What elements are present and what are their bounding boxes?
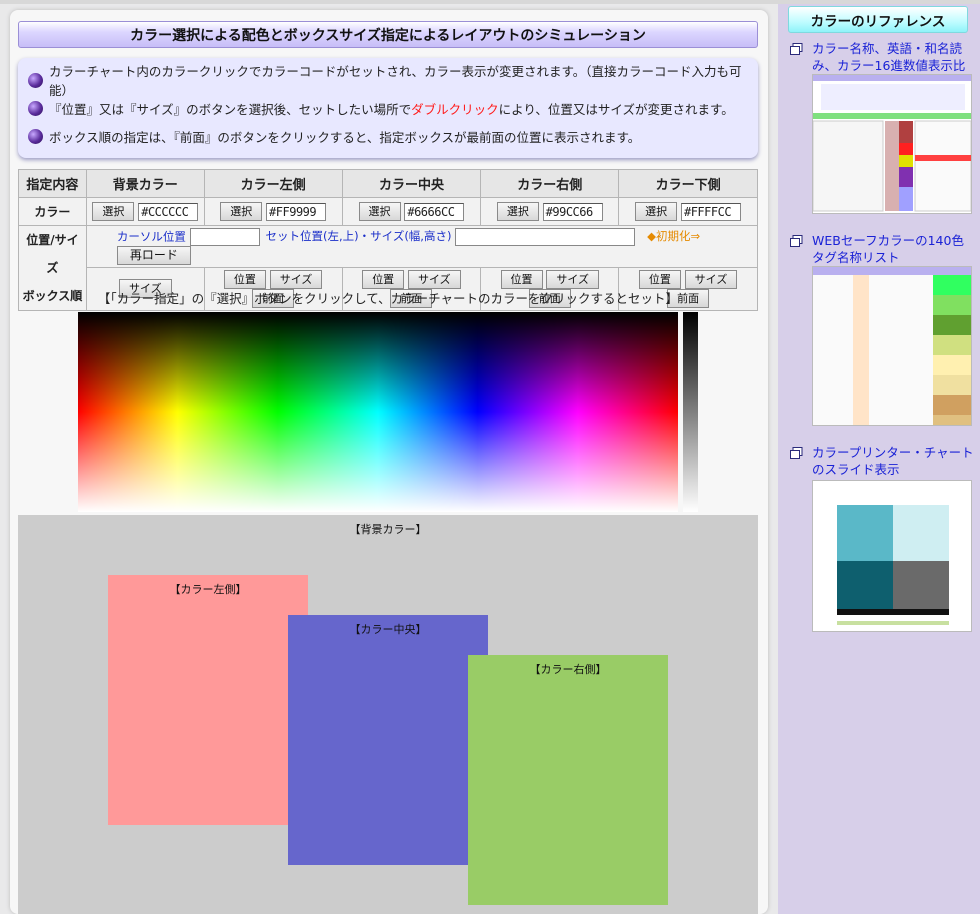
left-color-code-input[interactable]: #FF9999 (266, 202, 327, 221)
position-row: 位置/サイズ ボックス順 カーソル位置 セット位置(左,上)・サイズ(幅,高さ)… (18, 225, 759, 311)
reference-link-printer-chart[interactable]: カラープリンター・チャートのスライド表示 (790, 444, 975, 478)
bottom-color-cell: 選択 #FFFFCC (618, 197, 758, 226)
reference-link-text[interactable]: WEBセーフカラーの140色タグ名称リスト (790, 232, 975, 266)
printer-chart-thumbnail[interactable] (812, 480, 972, 632)
right-position-button[interactable]: 位置 (500, 269, 543, 289)
bullet-icon (28, 72, 43, 88)
grayscale-chart[interactable] (683, 312, 698, 512)
left-color-cell: 選択 #FF9999 (203, 197, 343, 226)
right-color-cell: 選択 #99CC66 (480, 197, 620, 226)
reference-link-web-safe[interactable]: WEBセーフカラーの140色タグ名称リスト (790, 232, 975, 266)
color-chart-hint: 【「カラー指定」の『選択』ボタンをクリックして、カラーチャートのカラーをクリック… (97, 291, 679, 306)
bottom-size-button[interactable]: サイズ (684, 269, 738, 289)
header-left-color: カラー左側 (203, 169, 343, 198)
right-color-code-input[interactable]: #99CC66 (542, 202, 603, 221)
position-controls-cell: カーソル位置 セット位置(左,上)・サイズ(幅,高さ) ◆初期化⇒ 再ロード (85, 225, 759, 268)
init-label: ◆初期化⇒ (647, 229, 701, 244)
instructions-box: カラーチャート内のカラークリックでカラーコードがセットされ、カラー表示が変更され… (18, 58, 758, 158)
left-color-box-label: 【カラー左側】 (169, 583, 247, 596)
web-safe-thumbnail-image (813, 267, 971, 425)
center-color-box-label: 【カラー中央】 (349, 623, 427, 636)
reference-title: カラーのリファレンス (788, 6, 968, 33)
web-safe-thumbnail[interactable] (812, 266, 972, 426)
select-bottom-color-button[interactable]: 選択 (635, 202, 678, 221)
table-header-row: 指定内容 背景カラー カラー左側 カラー中央 カラー右側 カラー下側 (18, 169, 758, 198)
set-position-label: セット位置(左,上)・サイズ(幅,高さ) (265, 229, 452, 244)
page-title: カラー選択による配色とボックスサイズ指定によるレイアウトのシミュレーション (18, 21, 758, 48)
color-chart[interactable] (78, 312, 678, 512)
instruction-1: カラーチャート内のカラークリックでカラーコードがセットされ、カラー表示が変更され… (28, 64, 748, 98)
color-names-thumbnail[interactable] (812, 74, 972, 214)
center-position-button[interactable]: 位置 (362, 269, 405, 289)
window-icon (790, 447, 803, 459)
bottom-color-code-input[interactable]: #FFFFCC (680, 202, 741, 221)
bullet-icon (28, 100, 43, 116)
center-color-code-input[interactable]: #6666CC (404, 202, 465, 221)
window-icon (790, 235, 803, 247)
cursor-position-field[interactable] (189, 227, 260, 246)
select-bg-color-button[interactable]: 選択 (92, 202, 135, 221)
right-color-box[interactable]: 【カラー右側】 (468, 655, 668, 905)
instruction-emphasis: ダブルクリック (411, 101, 499, 117)
position-size-label: 位置/サイズ (26, 233, 79, 275)
instruction-text-pre: 『位置』又は『サイズ』のボタンを選択後、セットしたい場所で (49, 101, 412, 117)
center-color-cell: 選択 #6666CC (341, 197, 482, 226)
reference-title-text: カラーのリファレンス (810, 13, 946, 30)
set-position-field[interactable] (455, 227, 636, 246)
left-size-button[interactable]: サイズ (269, 269, 323, 289)
bottom-position-button[interactable]: 位置 (638, 269, 681, 289)
instruction-2: 『位置』又は『サイズ』のボタンを選択後、セットしたい場所で ダブルクリック により、… (28, 94, 748, 122)
bg-color-cell: 選択 #CCCCCC (85, 197, 205, 226)
bullet-icon (28, 128, 43, 144)
instruction-text: ボックス順の指定は、『前面』のボタンをクリックすると、指定ボックスが最前面の位置… (49, 129, 641, 145)
bg-color-code-input[interactable]: #CCCCCC (138, 202, 199, 221)
color-row-label: カラー (18, 197, 87, 226)
instruction-text-post: により、位置又はサイズが変更されます。 (498, 101, 734, 117)
select-left-color-button[interactable]: 選択 (220, 202, 263, 221)
header-spec: 指定内容 (18, 169, 87, 198)
select-center-color-button[interactable]: 選択 (358, 202, 401, 221)
header-bottom-color: カラー下側 (618, 169, 758, 198)
header-bg-color: 背景カラー (85, 169, 205, 198)
cursor-position-label: カーソル位置 (116, 229, 186, 244)
window-icon (790, 43, 803, 55)
left-color-box[interactable]: 【カラー左側】 (108, 575, 308, 825)
right-size-button[interactable]: サイズ (546, 269, 599, 289)
header-right-color: カラー右側 (480, 169, 620, 198)
instruction-text: カラーチャート内のカラークリックでカラーコードがセットされ、カラー表示が変更され… (49, 64, 742, 98)
instruction-3: ボックス順の指定は、『前面』のボタンをクリックすると、指定ボックスが最前面の位置… (28, 122, 748, 150)
center-color-box[interactable]: 【カラー中央】 (288, 615, 488, 865)
left-position-button[interactable]: 位置 (223, 269, 266, 289)
right-color-box-label: 【カラー右側】 (529, 663, 607, 676)
reload-button[interactable]: 再ロード (116, 245, 191, 265)
bg-color-box-label: 【背景カラー】 (349, 523, 427, 536)
page-title-text: カラー選択による配色とボックスサイズ指定によるレイアウトのシミュレーション (130, 27, 646, 44)
reference-link-text[interactable]: カラープリンター・チャートのスライド表示 (790, 444, 975, 478)
printer-chart-thumbnail-image (813, 481, 971, 631)
color-row: カラー 選択 #CCCCCC 選択 #FF9999 選択 #6666CC 選択 … (18, 197, 758, 226)
layout-preview[interactable]: 【背景カラー】 【カラー左側】 【カラー中央】 【カラー右側】 (18, 515, 758, 914)
select-right-color-button[interactable]: 選択 (496, 202, 539, 221)
header-center-color: カラー中央 (341, 169, 482, 198)
color-names-thumbnail-image (813, 75, 971, 212)
center-size-button[interactable]: サイズ (408, 269, 461, 289)
